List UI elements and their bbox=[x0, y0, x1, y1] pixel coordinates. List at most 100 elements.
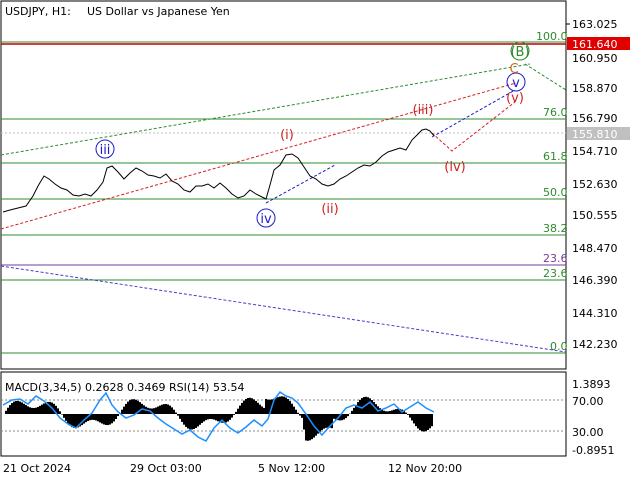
macd-bar bbox=[423, 414, 425, 432]
macd-bar bbox=[25, 405, 27, 414]
macd-bar bbox=[367, 397, 369, 414]
price-candles[interactable] bbox=[2, 128, 435, 213]
macd-bar bbox=[425, 414, 427, 432]
macd-bar bbox=[213, 414, 215, 420]
symbol-description: US Dollar vs Japanese Yen bbox=[87, 5, 230, 18]
macd-bar bbox=[189, 414, 191, 430]
macd-bar bbox=[321, 414, 323, 430]
macd-bar bbox=[123, 406, 125, 414]
macd-bar bbox=[413, 414, 415, 424]
fib-label-61-8: 61.8 bbox=[543, 150, 568, 163]
macd-bar bbox=[215, 414, 217, 421]
upper-channel-line[interactable] bbox=[0, 63, 531, 156]
macd-bar bbox=[235, 411, 237, 414]
wave-label-c[interactable]: C bbox=[509, 62, 518, 77]
macd-bar bbox=[11, 403, 13, 414]
lower-channel-line[interactable] bbox=[0, 265, 567, 353]
price-label-154710: 154.710 bbox=[572, 145, 618, 158]
macd-bar bbox=[117, 414, 119, 417]
macd-bar bbox=[27, 406, 29, 414]
red-level-price: 161.640 bbox=[572, 38, 618, 51]
price-label-156790: 156.790 bbox=[572, 112, 618, 125]
macd-bar bbox=[387, 411, 389, 414]
macd-bar bbox=[21, 402, 23, 414]
macd-bar bbox=[331, 414, 333, 429]
price-label-144310: 144.310 bbox=[572, 307, 618, 320]
macd-bar bbox=[417, 414, 419, 429]
macd-bar bbox=[43, 403, 45, 414]
macd-bar bbox=[343, 414, 345, 420]
main-chart-frame bbox=[0, 0, 567, 370]
macd-bar bbox=[277, 397, 279, 414]
macd-bar bbox=[57, 408, 59, 414]
macd-bar bbox=[165, 404, 167, 414]
macd-bar bbox=[195, 414, 197, 428]
wave-label-i[interactable]: (i) bbox=[280, 128, 294, 143]
macd-bar bbox=[383, 410, 385, 414]
fib-label-50: 50.0 bbox=[543, 186, 568, 199]
macd-bar bbox=[255, 400, 257, 414]
macd-bar bbox=[275, 397, 277, 414]
wave-v-text: v bbox=[512, 76, 520, 91]
macd-bar bbox=[175, 412, 177, 414]
macd-bar bbox=[247, 397, 249, 414]
macd-bar bbox=[113, 414, 115, 422]
macd-bar bbox=[409, 414, 411, 418]
macd-bar bbox=[393, 409, 395, 414]
macd-bar bbox=[361, 398, 363, 414]
rsi-axis-70: 70.00 bbox=[572, 395, 604, 408]
wave-label-iv[interactable]: iv bbox=[256, 208, 276, 228]
macd-bar bbox=[111, 414, 113, 424]
macd-bar bbox=[405, 412, 407, 414]
macd-bar bbox=[199, 414, 201, 425]
macd-bar bbox=[7, 407, 9, 414]
wave-label-iii-red[interactable]: (iii) bbox=[413, 103, 434, 118]
rsi-axis-30: 30.00 bbox=[572, 426, 604, 439]
macd-bar bbox=[109, 414, 111, 425]
macd-bar bbox=[429, 414, 431, 429]
price-axis[interactable]: 163.025 160.950 158.870 156.790 154.710 … bbox=[566, 18, 630, 351]
price-label-158870: 158.870 bbox=[572, 82, 618, 95]
wave-label-ii[interactable]: (ii) bbox=[321, 202, 338, 217]
macd-bar bbox=[159, 405, 161, 414]
price-label-163025: 163.025 bbox=[572, 18, 618, 31]
time-axis[interactable]: 21 Oct 2024 29 Oct 03:00 5 Nov 12:00 12 … bbox=[3, 462, 462, 475]
macd-bar bbox=[239, 405, 241, 414]
macd-bar bbox=[259, 404, 261, 414]
price-chart[interactable]: USDJPY, H1: US Dollar vs Japanese Yen 10… bbox=[0, 0, 640, 480]
macd-bar bbox=[263, 407, 265, 414]
indicator-axis[interactable]: 1.3893 70.00 30.00 -0.8951 bbox=[572, 378, 614, 457]
macd-bar bbox=[305, 414, 307, 441]
red-channel-line[interactable] bbox=[0, 82, 517, 230]
macd-bar bbox=[99, 414, 101, 423]
macd-bar bbox=[107, 414, 109, 426]
wave-label-b[interactable]: (B) bbox=[510, 41, 530, 61]
macd-bar bbox=[289, 401, 291, 414]
wave-label-v-red[interactable]: (v) bbox=[506, 91, 524, 106]
macd-bar bbox=[115, 414, 117, 419]
macd-bar bbox=[261, 406, 263, 414]
macd-bar bbox=[157, 406, 159, 414]
fib-label-23-6: 23.6 bbox=[543, 267, 568, 280]
macd-bar bbox=[323, 414, 325, 429]
macd-bar bbox=[105, 414, 107, 426]
macd-bar bbox=[121, 409, 123, 414]
wave-label-iv-red[interactable]: (iv) bbox=[444, 160, 465, 175]
macd-bar bbox=[293, 406, 295, 414]
macd-bar bbox=[411, 414, 413, 421]
macd-bar bbox=[127, 401, 129, 414]
macd-bar bbox=[241, 402, 243, 414]
macd-bar bbox=[15, 400, 17, 414]
macd-bar bbox=[59, 411, 61, 414]
macd-bar bbox=[135, 399, 137, 414]
wave-label-iii[interactable]: iii bbox=[95, 139, 115, 159]
macd-bar bbox=[385, 411, 387, 414]
macd-bar bbox=[103, 414, 105, 425]
macd-bar bbox=[431, 414, 433, 427]
macd-bar bbox=[345, 414, 347, 419]
macd-bar bbox=[139, 402, 141, 414]
macd-bar bbox=[95, 414, 97, 421]
macd-bar bbox=[245, 398, 247, 414]
macd-bar bbox=[353, 407, 355, 414]
macd-bar bbox=[193, 414, 195, 430]
